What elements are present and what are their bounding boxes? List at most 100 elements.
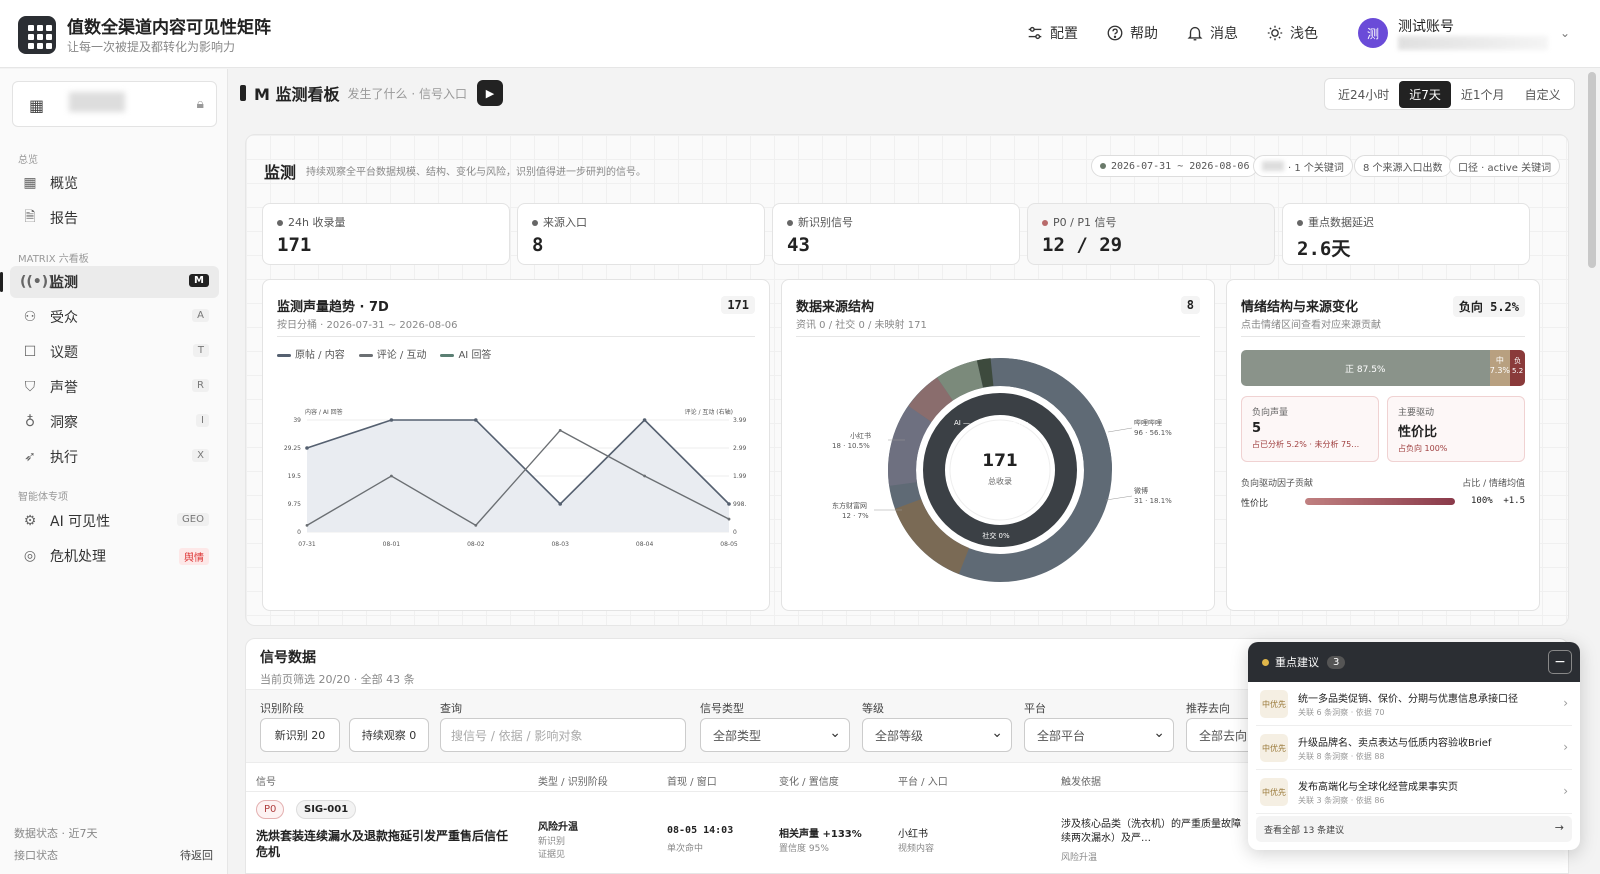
- sentiment-negative[interactable]: 负 5.2: [1510, 350, 1525, 386]
- filter-label: 等级: [862, 702, 884, 715]
- chat-icon: ☐: [23, 344, 37, 360]
- column-header[interactable]: 信号: [256, 773, 276, 788]
- filter-label: 识别阶段: [260, 702, 304, 715]
- kpi-value: 8: [532, 234, 544, 256]
- messages-label: 消息: [1210, 26, 1238, 42]
- source-title: 数据来源结构: [796, 300, 875, 315]
- column-header[interactable]: 平台 / 入口: [898, 773, 948, 788]
- sidebar-item-report[interactable]: 🗎︎ 报告: [10, 202, 219, 234]
- date-chip[interactable]: 2026-07-31 ~ 2026-08-06: [1091, 155, 1259, 177]
- kpi-label: 24h 收录量: [288, 216, 346, 229]
- source-chip[interactable]: 8 个来源入口出数: [1354, 155, 1452, 177]
- range-custom[interactable]: 自定义: [1515, 81, 1571, 108]
- right-tick-label: 998.: [733, 501, 746, 508]
- kpi-value: 43: [787, 234, 810, 256]
- kpi-label: 新识别信号: [798, 216, 853, 229]
- right-tick-label: 0: [733, 529, 737, 536]
- left-tick-label: 0: [297, 529, 301, 536]
- platform-select[interactable]: 全部平台: [1024, 718, 1174, 752]
- ring-segment[interactable]: [976, 358, 994, 388]
- sidebar-item-label: AI 可见性: [50, 514, 111, 530]
- ring-segment[interactable]: [937, 360, 984, 401]
- legend-item[interactable]: AI 回答: [440, 346, 491, 361]
- sentiment-bar[interactable]: 正 87.5% 中 7.3% 负 5.2: [1241, 350, 1525, 386]
- sidebar-item-monitor[interactable]: ((•)) 监测 M: [0, 266, 219, 298]
- chevron-down-icon[interactable]: ⌄: [1560, 26, 1570, 40]
- ring-xhs[interactable]: [888, 405, 932, 486]
- suggestion-item[interactable]: 中优先 升级品牌名、卖点表达与低质内容验收Brief 关联 8 条洞察 · 依据…: [1256, 726, 1572, 770]
- factor-score: +1.5: [1503, 496, 1525, 506]
- sidebar-item-execute[interactable]: ➶ 执行 X: [10, 441, 219, 473]
- suggestion-item[interactable]: 中优先 发布高端化与全球化经营成果事实页 关联 3 条洞察 · 依据 86 ›: [1256, 770, 1572, 814]
- scope-chip[interactable]: 口径 · active 关键词: [1449, 155, 1561, 177]
- keyword-chip[interactable]: · 1 个关键词: [1253, 155, 1353, 177]
- sidebar-item-crisis[interactable]: ◎ 危机处理 舆情: [10, 540, 219, 572]
- sidebar-item-topics[interactable]: ☐ 议题 T: [10, 336, 219, 368]
- kpi-value: 2.6天: [1297, 238, 1351, 260]
- sidebar: ▦ 🔒︎ 总览 ▦ 概览 🗎︎ 报告 MATRIX 六看板 ((•)) 监测 M ⚇ 受众…: [0, 69, 228, 874]
- filter-watch-button[interactable]: 持续观察 0: [349, 718, 429, 752]
- suggestion-item[interactable]: 中优先 统一多品类促销、保价、分期与优惠信息承接口径 关联 6 条洞察 · 依据…: [1256, 682, 1572, 726]
- factor-heading: 负向驱动因子贡献: [1241, 479, 1314, 489]
- scrollbar[interactable]: [1588, 72, 1596, 268]
- x-tick-label: 07-31: [298, 541, 316, 548]
- keyword-redacted: [1262, 161, 1284, 171]
- shortcut-badge: GEO: [177, 513, 209, 526]
- range-1m[interactable]: 近1个月: [1451, 81, 1515, 108]
- sidebar-item-audience[interactable]: ⚇ 受众 A: [10, 301, 219, 333]
- suggestion-text: 升级品牌名、卖点表达与低质内容验收Brief: [1298, 738, 1492, 749]
- sentiment-neutral[interactable]: 中 7.3%: [1489, 350, 1511, 386]
- signal-time: 08-05 14:03: [667, 825, 734, 836]
- kpi-card[interactable]: 新识别信号 43: [772, 203, 1020, 265]
- signal-subtitle: 当前页筛选 20/20 · 全部 43 条: [260, 673, 415, 686]
- kpi-card[interactable]: 24h 收录量 171: [262, 203, 510, 265]
- trend-subtitle: 按日分桶 · 2026-07-31 ~ 2026-08-06: [277, 320, 458, 331]
- negative-volume-box[interactable]: 负向声量 5 占已分析 5.2% · 未分析 75…: [1241, 396, 1379, 462]
- center-value: 171: [982, 451, 1018, 471]
- kpi-card[interactable]: 重点数据延迟 2.6天: [1282, 203, 1530, 265]
- driver-box[interactable]: 主要驱动 性价比 占负向 100%: [1387, 396, 1525, 462]
- type-select[interactable]: 全部类型: [700, 718, 850, 752]
- minimize-button[interactable]: −: [1548, 650, 1572, 674]
- factor-bar[interactable]: [1305, 498, 1455, 505]
- x-tick-label: 08-05: [720, 541, 738, 548]
- sentiment-positive[interactable]: 正 87.5%: [1241, 350, 1490, 386]
- sidebar-item-reputation[interactable]: ⛉ 声誉 R: [10, 371, 219, 403]
- sidebar-item-overview[interactable]: ▦ 概览: [10, 167, 219, 199]
- workspace-selector[interactable]: ▦ 🔒︎: [12, 81, 217, 127]
- config-button[interactable]: 配置: [1026, 23, 1078, 43]
- theme-toggle[interactable]: 浅色: [1266, 23, 1318, 43]
- legend-item[interactable]: 评论 / 互动: [359, 346, 427, 361]
- factor-pct: 100%: [1471, 496, 1493, 506]
- ring-segment[interactable]: [908, 377, 954, 423]
- account-email-redacted: [1398, 36, 1548, 50]
- data-point: [305, 523, 309, 527]
- page-title: M 监测看板: [254, 85, 340, 104]
- messages-button[interactable]: 消息: [1186, 23, 1238, 43]
- filter-new-button[interactable]: 新识别 20: [260, 718, 340, 752]
- range-24h[interactable]: 近24小时: [1328, 81, 1399, 108]
- play-button[interactable]: ▶: [476, 80, 503, 106]
- trend-card: 监测声量趋势 · 7D 按日分桶 · 2026-07-31 ~ 2026-08-…: [262, 279, 770, 611]
- level-select[interactable]: 全部等级: [862, 718, 1012, 752]
- api-status-value: 待返回: [180, 849, 213, 862]
- avatar[interactable]: 测: [1358, 18, 1388, 48]
- help-button[interactable]: 帮助: [1106, 23, 1158, 43]
- sidebar-item-ai-visibility[interactable]: ⚙ AI 可见性 GEO: [10, 505, 219, 537]
- account-name[interactable]: 测试账号: [1398, 16, 1454, 36]
- column-header[interactable]: 类型 / 识别阶段: [538, 773, 608, 788]
- search-input[interactable]: 搜信号 / 依据 / 影响对象: [440, 718, 686, 752]
- kpi-card[interactable]: P0 / P1 信号 12 / 29: [1027, 203, 1275, 265]
- view-all-suggestions[interactable]: 查看全部 13 条建议 →: [1256, 816, 1572, 842]
- column-header[interactable]: 变化 / 置信度: [779, 773, 839, 788]
- sidebar-item-insight[interactable]: ♁ 洞察 I: [10, 406, 219, 438]
- suggestion-text: 统一多品类促销、保价、分期与优惠信息承接口径: [1298, 694, 1518, 705]
- column-header[interactable]: 首现 / 窗口: [667, 773, 717, 788]
- legend-item[interactable]: 原帖 / 内容: [277, 346, 345, 361]
- signal-title[interactable]: 洗烘套装连续漏水及退款拖延引发严重售后信任危机: [256, 828, 516, 860]
- app-logo[interactable]: [18, 16, 56, 54]
- kpi-card[interactable]: 来源入口 8: [517, 203, 765, 265]
- range-7d[interactable]: 近7天: [1399, 80, 1451, 108]
- column-header[interactable]: 触发依据: [1061, 773, 1101, 788]
- ring-label-ai: AI —: [954, 419, 970, 427]
